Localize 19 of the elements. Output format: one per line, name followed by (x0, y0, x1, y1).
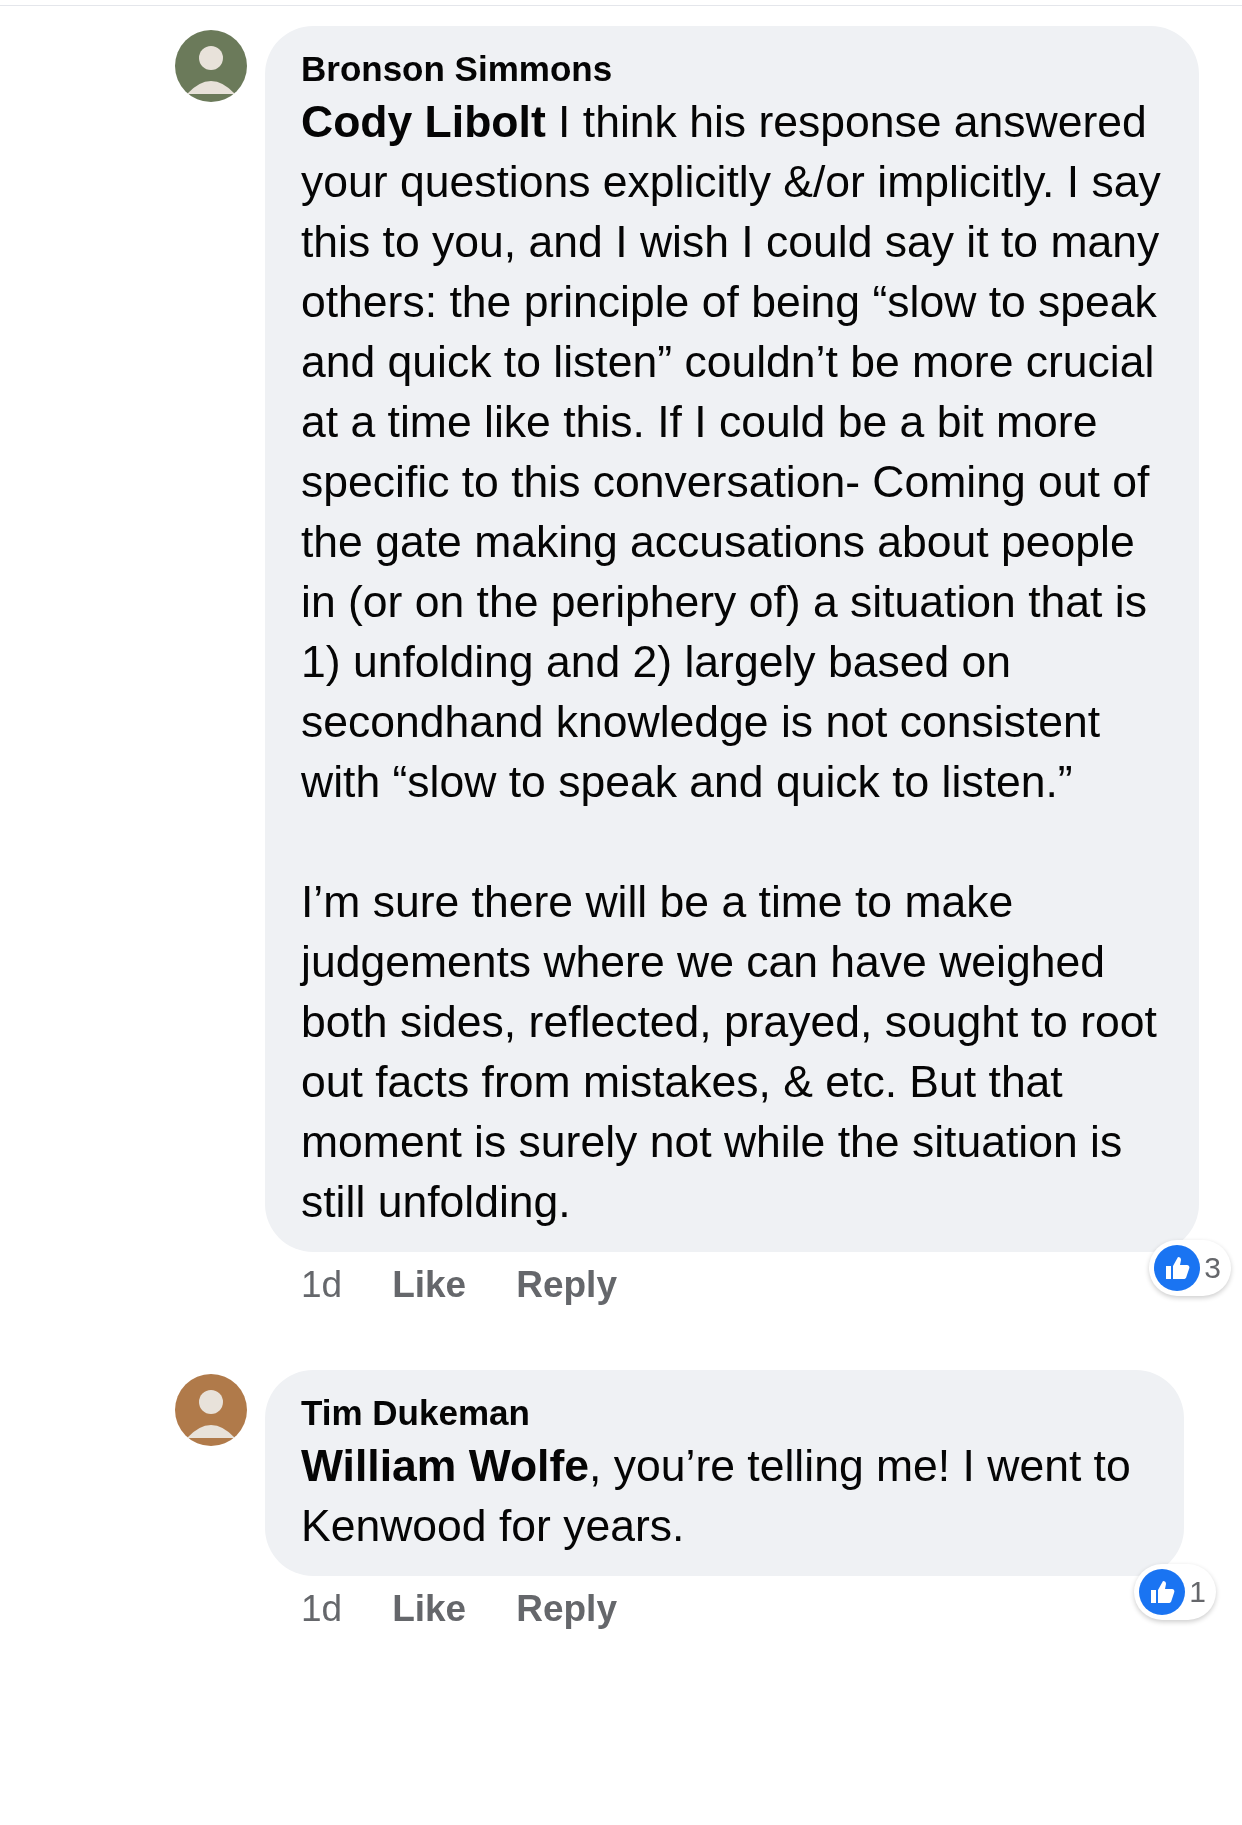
action-link[interactable]: Like (392, 1260, 467, 1310)
comment-time: 1d (301, 1587, 343, 1631)
reaction-badge[interactable]: 1 (1134, 1564, 1216, 1620)
comment-text: Cody Libolt I think his response answered your questions explicitly &/or implicitly. I say this to you, and I wish I could say it to many others: the principle of being “slow to speak and quick to listen” couldn’t be more crucial at a time like this. If I could be a bit more specific to this conversation- Coming out of the gate making accusations about people in (or on the periphery of) a situation that is 1) unfolding and 2) largely based on secondhand knowledge is not consistent with “slow to speak and quick to listen.” (301, 96, 1162, 808)
avatar[interactable] (175, 30, 247, 102)
author-name[interactable]: Tim Dukeman (301, 1390, 1152, 1436)
avatar[interactable] (175, 1374, 247, 1446)
reaction-count: 3 (1204, 1251, 1221, 1285)
reaction-count: 1 (1189, 1575, 1206, 1609)
comment-text: William Wolfe, you’re telling me! I went to Kenwood for years. (301, 1440, 1132, 1552)
action-link[interactable]: Reply (516, 1584, 617, 1634)
action-link[interactable]: Like (392, 1584, 467, 1634)
thumbs-up-icon (1154, 1245, 1201, 1291)
author-name[interactable]: Bronson Simmons (301, 46, 1167, 92)
thumbs-up-icon (1139, 1569, 1186, 1615)
comment-text: I’m sure there will be a time to make judgements where we can have weighed both sides, reflected, prayed, sought to root out facts from mistakes, & etc. But that moment is surely not while the situation is still unfolding. (301, 876, 1158, 1228)
comment-time: 1d (301, 1263, 343, 1307)
action-link[interactable]: Reply (516, 1260, 617, 1310)
reaction-badge[interactable]: 3 (1149, 1240, 1231, 1296)
